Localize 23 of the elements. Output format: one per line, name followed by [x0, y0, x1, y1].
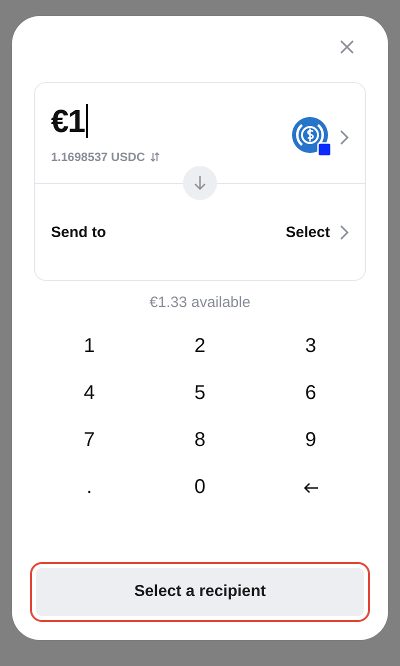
keypad-key[interactable]: 3: [255, 323, 366, 370]
keypad-key[interactable]: 4: [34, 370, 145, 417]
keypad-key[interactable]: 7: [34, 417, 145, 464]
chevron-icon: [340, 224, 349, 240]
keypad-key[interactable]: 5: [144, 370, 256, 417]
keypad-key[interactable]: .: [34, 464, 145, 511]
send-to-row[interactable]: Send to Select: [35, 184, 365, 280]
keypad-key[interactable]: 6: [255, 370, 366, 417]
select-recipient-button[interactable]: Select a recipient: [30, 562, 370, 622]
chevron-icon: [340, 130, 349, 144]
amount-input[interactable]: €1: [51, 102, 85, 140]
keypad-key[interactable]: 2: [144, 323, 256, 370]
swap-icon[interactable]: [150, 152, 160, 162]
available-balance: €1.33 available: [148, 294, 252, 311]
text-cursor: [86, 104, 88, 138]
token-selector[interactable]: [292, 117, 349, 157]
keypad-key[interactable]: 9: [255, 417, 366, 464]
coin-icon: [292, 117, 332, 157]
converted-amount: 1.1698537 USDC: [51, 150, 146, 164]
keypad-key[interactable]: 0: [144, 464, 256, 511]
arrow-left-icon: [302, 482, 319, 494]
keypad-key[interactable]: 1: [34, 323, 145, 370]
keypad-key[interactable]: 8: [144, 417, 256, 464]
